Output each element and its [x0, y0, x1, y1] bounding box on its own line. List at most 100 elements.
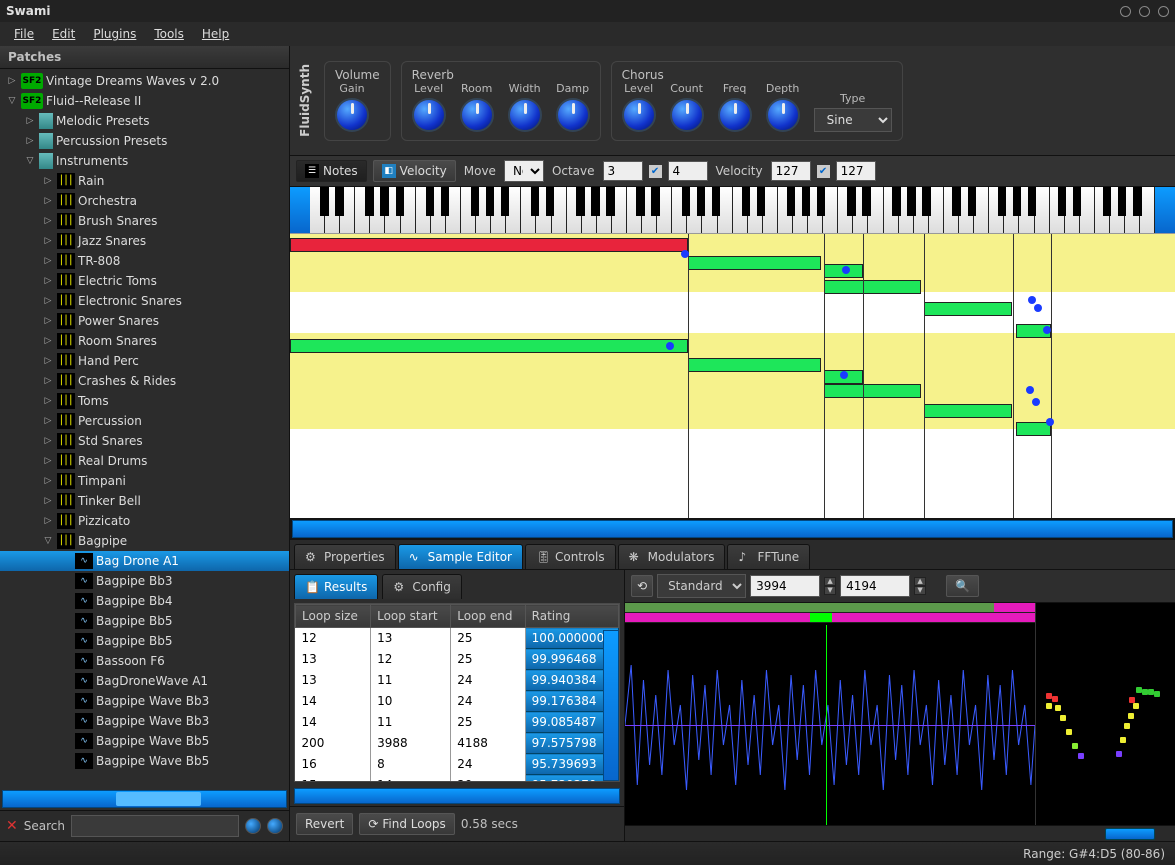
expander-icon[interactable]: ▷ [42, 416, 54, 426]
tree-item[interactable]: ∿Bagpipe Wave Bb5 [0, 731, 289, 751]
white-key[interactable] [446, 187, 461, 233]
white-key[interactable] [793, 187, 808, 233]
expander-icon[interactable]: ▽ [24, 156, 36, 166]
search-next-button[interactable] [267, 818, 283, 834]
white-key[interactable] [1110, 187, 1125, 233]
loop-correlation-view[interactable] [1035, 603, 1175, 825]
tab-fftune[interactable]: ♪FFTune [727, 544, 810, 569]
table-row[interactable]: 14102499.176384 [296, 691, 619, 712]
tree-item[interactable]: ▷⎮⎮⎮Hand Perc [0, 351, 289, 371]
menu-help[interactable]: Help [194, 24, 237, 44]
tree-item[interactable]: ∿Bagpipe Wave Bb3 [0, 711, 289, 731]
piano-left-scroll[interactable] [290, 187, 310, 233]
expander-icon[interactable]: ▷ [42, 176, 54, 186]
knob-freq[interactable]: Freq [718, 82, 752, 132]
white-key[interactable] [355, 187, 370, 233]
tree-item[interactable]: ▷Percussion Presets [0, 131, 289, 151]
white-key[interactable] [1019, 187, 1034, 233]
close-button[interactable] [1158, 6, 1169, 17]
white-key[interactable] [884, 187, 899, 233]
loop-end-stepper[interactable]: ▲▼ [914, 577, 926, 595]
white-key[interactable] [687, 187, 702, 233]
sidebar-hscrollbar[interactable] [2, 790, 287, 808]
loop-mode-icon[interactable]: ⟲ [631, 575, 653, 597]
table-row[interactable]: 1682495.739693 [296, 754, 619, 775]
white-key[interactable] [340, 187, 355, 233]
white-key[interactable] [627, 187, 642, 233]
white-key[interactable] [521, 187, 536, 233]
subtab-results[interactable]: 📋Results [294, 574, 378, 599]
menu-plugins[interactable]: Plugins [85, 24, 144, 44]
tab-properties[interactable]: ⚙Properties [294, 544, 396, 569]
octave-low-input[interactable] [603, 161, 643, 181]
note-range-map[interactable] [290, 233, 1175, 518]
tree-item[interactable]: ▷⎮⎮⎮Tinker Bell [0, 491, 289, 511]
white-key[interactable] [506, 187, 521, 233]
tree-item[interactable]: ▷⎮⎮⎮Room Snares [0, 331, 289, 351]
tree-item[interactable]: ▷⎮⎮⎮Rain [0, 171, 289, 191]
minimize-button[interactable] [1120, 6, 1131, 17]
white-key[interactable] [1080, 187, 1095, 233]
octave-link-checkbox[interactable]: ✔ [649, 165, 662, 178]
loop-start-input[interactable] [750, 575, 820, 597]
white-key[interactable] [672, 187, 687, 233]
tree-item[interactable]: ▷⎮⎮⎮Power Snares [0, 311, 289, 331]
expander-icon[interactable]: ▷ [42, 436, 54, 446]
expander-icon[interactable]: ▷ [42, 476, 54, 486]
tree-item[interactable]: ∿Bagpipe Bb5 [0, 611, 289, 631]
move-mode-select[interactable]: Note Ranges [504, 160, 544, 182]
tree-item[interactable]: ▽Instruments [0, 151, 289, 171]
tree-item[interactable]: ▷⎮⎮⎮Pizzicato [0, 511, 289, 531]
white-key[interactable] [385, 187, 400, 233]
white-key[interactable] [929, 187, 944, 233]
white-key[interactable] [370, 187, 385, 233]
tree-item[interactable]: ▷⎮⎮⎮Std Snares [0, 431, 289, 451]
white-key[interactable] [642, 187, 657, 233]
knob-level[interactable]: Level [622, 82, 656, 132]
white-key[interactable] [431, 187, 446, 233]
tree-item[interactable]: ▷⎮⎮⎮Toms [0, 391, 289, 411]
column-header[interactable]: Loop size [296, 605, 371, 628]
white-key[interactable] [657, 187, 672, 233]
menu-tools[interactable]: Tools [146, 24, 192, 44]
chorus-type-select[interactable]: Sine [814, 108, 892, 132]
white-key[interactable] [567, 187, 582, 233]
white-key[interactable] [582, 187, 597, 233]
find-loops-button[interactable]: ⟳Find Loops [359, 813, 455, 835]
expander-icon[interactable]: ▷ [42, 516, 54, 526]
velocity-toggle[interactable]: ◧Velocity [373, 160, 456, 182]
tree-item[interactable]: ▷⎮⎮⎮Brush Snares [0, 211, 289, 231]
clear-search-icon[interactable]: ✕ [6, 818, 18, 834]
white-key[interactable] [1140, 187, 1155, 233]
white-key[interactable] [974, 187, 989, 233]
white-key[interactable] [310, 187, 325, 233]
white-key[interactable] [1035, 187, 1050, 233]
expander-icon[interactable]: ▷ [42, 396, 54, 406]
white-key[interactable] [1065, 187, 1080, 233]
white-key[interactable] [491, 187, 506, 233]
expander-icon[interactable]: ▷ [42, 496, 54, 506]
white-key[interactable] [808, 187, 823, 233]
column-header[interactable]: Loop start [371, 605, 451, 628]
white-key[interactable] [612, 187, 627, 233]
knob-depth[interactable]: Depth [766, 82, 800, 132]
tree-item[interactable]: ∿Bagpipe Wave Bb3 [0, 691, 289, 711]
expander-icon[interactable]: ▷ [42, 456, 54, 466]
expander-icon[interactable]: ▷ [24, 136, 36, 146]
tree-item[interactable]: ∿Bassoon F6 [0, 651, 289, 671]
loop-mode-select[interactable]: Standard [657, 574, 746, 598]
table-row[interactable]: 15142995.730270 [296, 775, 619, 783]
tree-item[interactable]: ∿Bagpipe Bb4 [0, 591, 289, 611]
white-key[interactable] [989, 187, 1004, 233]
expander-icon[interactable]: ▷ [42, 376, 54, 386]
instrument-tree[interactable]: ▷SF2Vintage Dreams Waves v 2.0▽SF2Fluid-… [0, 69, 289, 788]
note-range-hscrollbar[interactable] [292, 520, 1173, 538]
tree-item[interactable]: ▽SF2Fluid--Release II [0, 91, 289, 111]
velocity-low-input[interactable] [771, 161, 811, 181]
tree-item[interactable]: ▷⎮⎮⎮Electronic Snares [0, 291, 289, 311]
tree-item[interactable]: ▷⎮⎮⎮Real Drums [0, 451, 289, 471]
expander-icon[interactable]: ▷ [42, 336, 54, 346]
knob-room[interactable]: Room [460, 82, 494, 132]
waveform-hscrollbar[interactable] [625, 825, 1175, 841]
search-input[interactable] [71, 815, 239, 837]
